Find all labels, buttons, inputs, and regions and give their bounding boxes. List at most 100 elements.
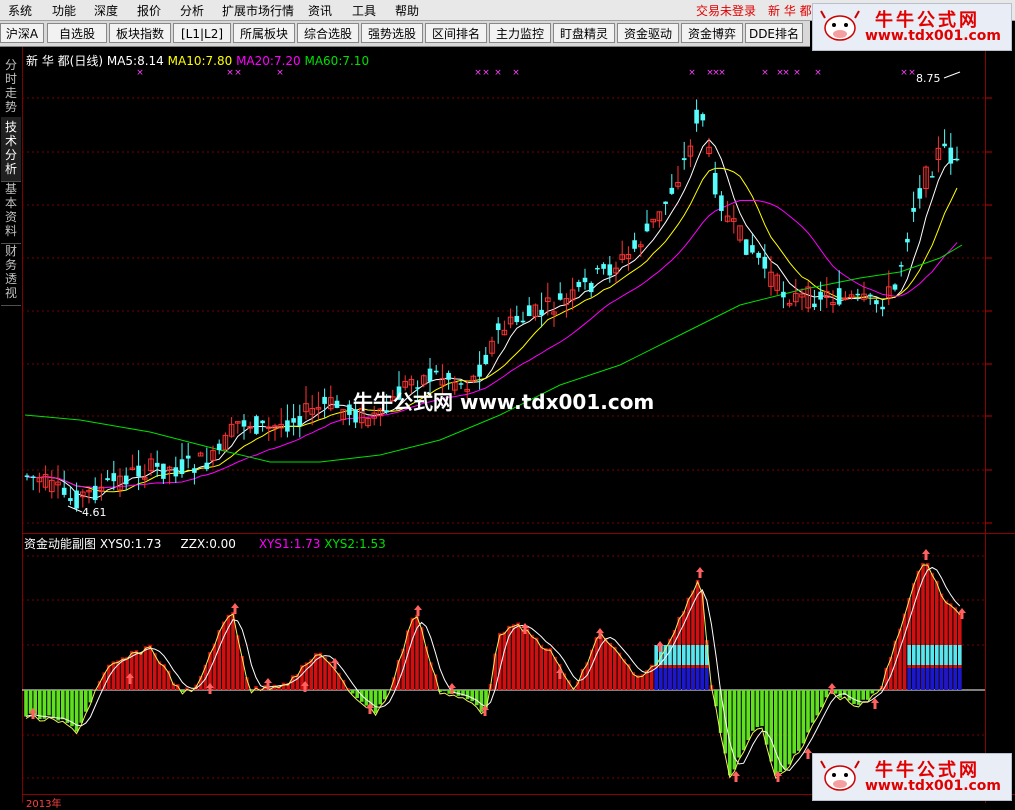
candle-body xyxy=(880,307,885,309)
negative-bar xyxy=(769,690,773,761)
fund-bar-blue xyxy=(912,668,916,690)
positive-bar xyxy=(530,635,534,690)
candle-body xyxy=(601,264,606,269)
fund-bar-blue xyxy=(935,668,939,690)
fund-bar-cyan xyxy=(958,645,962,665)
negative-bar xyxy=(820,690,824,707)
candle-body xyxy=(105,478,110,480)
negative-bar xyxy=(443,690,447,691)
candle-body xyxy=(496,323,501,330)
negative-bar xyxy=(447,690,451,694)
positive-bar xyxy=(231,612,235,690)
signal-marker: × xyxy=(782,68,790,78)
candle-body xyxy=(781,292,786,298)
buy-arrow-icon xyxy=(414,605,422,616)
candle-body xyxy=(763,257,768,269)
fund-bar-cyan xyxy=(953,645,957,665)
signal-marker: × xyxy=(900,68,908,78)
positive-bar xyxy=(604,638,608,690)
negative-bar xyxy=(774,690,778,776)
negative-bar xyxy=(728,690,732,775)
fund-bar-blue xyxy=(654,668,658,690)
candle-body xyxy=(682,158,687,160)
negative-bar xyxy=(792,690,796,754)
logo-bottom-url: www.tdx001.com xyxy=(865,778,1001,794)
candle-body xyxy=(174,467,179,476)
candle-body xyxy=(812,304,817,307)
positive-bar xyxy=(516,623,520,690)
positive-bar xyxy=(599,632,603,690)
candle-body xyxy=(124,476,129,485)
candle-body xyxy=(744,239,749,254)
signal-marker: × xyxy=(793,68,801,78)
negative-bar xyxy=(61,690,65,719)
candle-body xyxy=(217,444,222,450)
negative-bar xyxy=(38,690,42,719)
candle-body xyxy=(942,144,947,147)
positive-bar xyxy=(217,630,221,690)
fund-bar-cyan xyxy=(944,645,948,665)
candle-body xyxy=(595,268,600,270)
fund-bar-cyan xyxy=(700,645,704,665)
candle-body xyxy=(719,195,724,211)
signal-marker: × xyxy=(761,68,769,78)
negative-bar xyxy=(866,690,870,700)
logo-top-url: www.tdx001.com xyxy=(865,28,1001,44)
negative-bar xyxy=(47,690,51,715)
signal-marker: × xyxy=(136,68,144,78)
candle-body xyxy=(577,282,582,287)
fund-bar-cyan xyxy=(926,645,930,665)
positive-bar xyxy=(282,683,286,690)
signal-marker: × xyxy=(474,68,482,78)
negative-bar xyxy=(43,690,47,719)
negative-bar xyxy=(861,690,865,700)
candle-body xyxy=(335,401,340,408)
fund-bar-cyan xyxy=(677,645,681,665)
negative-bar xyxy=(470,690,474,701)
signal-marker: × xyxy=(276,68,284,78)
negative-bar xyxy=(52,690,56,717)
negative-bar xyxy=(84,690,88,712)
negative-bar xyxy=(365,690,369,706)
candle-body xyxy=(663,202,668,204)
candle-body xyxy=(905,239,910,242)
buy-arrow-icon xyxy=(922,549,930,560)
negative-bar xyxy=(351,690,355,694)
fund-bar-blue xyxy=(953,668,957,690)
fund-bar-blue xyxy=(944,668,948,690)
candle-body xyxy=(136,466,141,477)
positive-bar xyxy=(613,647,617,690)
candle-body xyxy=(93,486,98,500)
signal-marker: × xyxy=(718,68,726,78)
candle-body xyxy=(837,288,842,304)
candle-body xyxy=(161,464,166,479)
fund-bar-cyan xyxy=(687,645,691,665)
candle-body xyxy=(186,456,191,459)
candle-body xyxy=(583,278,588,282)
fund-bar-blue xyxy=(700,668,704,690)
negative-bar xyxy=(756,690,760,727)
fund-bar-blue xyxy=(687,668,691,690)
candle-body xyxy=(285,420,290,431)
logo-bottom: 牛牛公式网 www.tdx001.com xyxy=(812,753,1012,801)
high-pointer xyxy=(944,72,960,78)
candle-body xyxy=(527,305,532,316)
negative-bar xyxy=(788,690,792,764)
positive-bar xyxy=(323,657,327,690)
fund-bar-blue xyxy=(677,668,681,690)
candle-body xyxy=(539,310,544,315)
fund-bar-blue xyxy=(682,668,686,690)
negative-bar xyxy=(875,690,879,691)
candle-body xyxy=(670,188,675,194)
positive-bar xyxy=(158,661,162,690)
fund-bar-cyan xyxy=(940,645,944,665)
candle-body xyxy=(192,468,197,473)
fund-bar-blue xyxy=(958,668,962,690)
candle-body xyxy=(74,491,79,509)
candle-body xyxy=(434,371,439,373)
positive-bar xyxy=(535,638,539,690)
candle-body xyxy=(868,295,873,297)
fund-bar-blue xyxy=(926,668,930,690)
negative-bar xyxy=(871,690,875,694)
signal-marker: × xyxy=(512,68,520,78)
